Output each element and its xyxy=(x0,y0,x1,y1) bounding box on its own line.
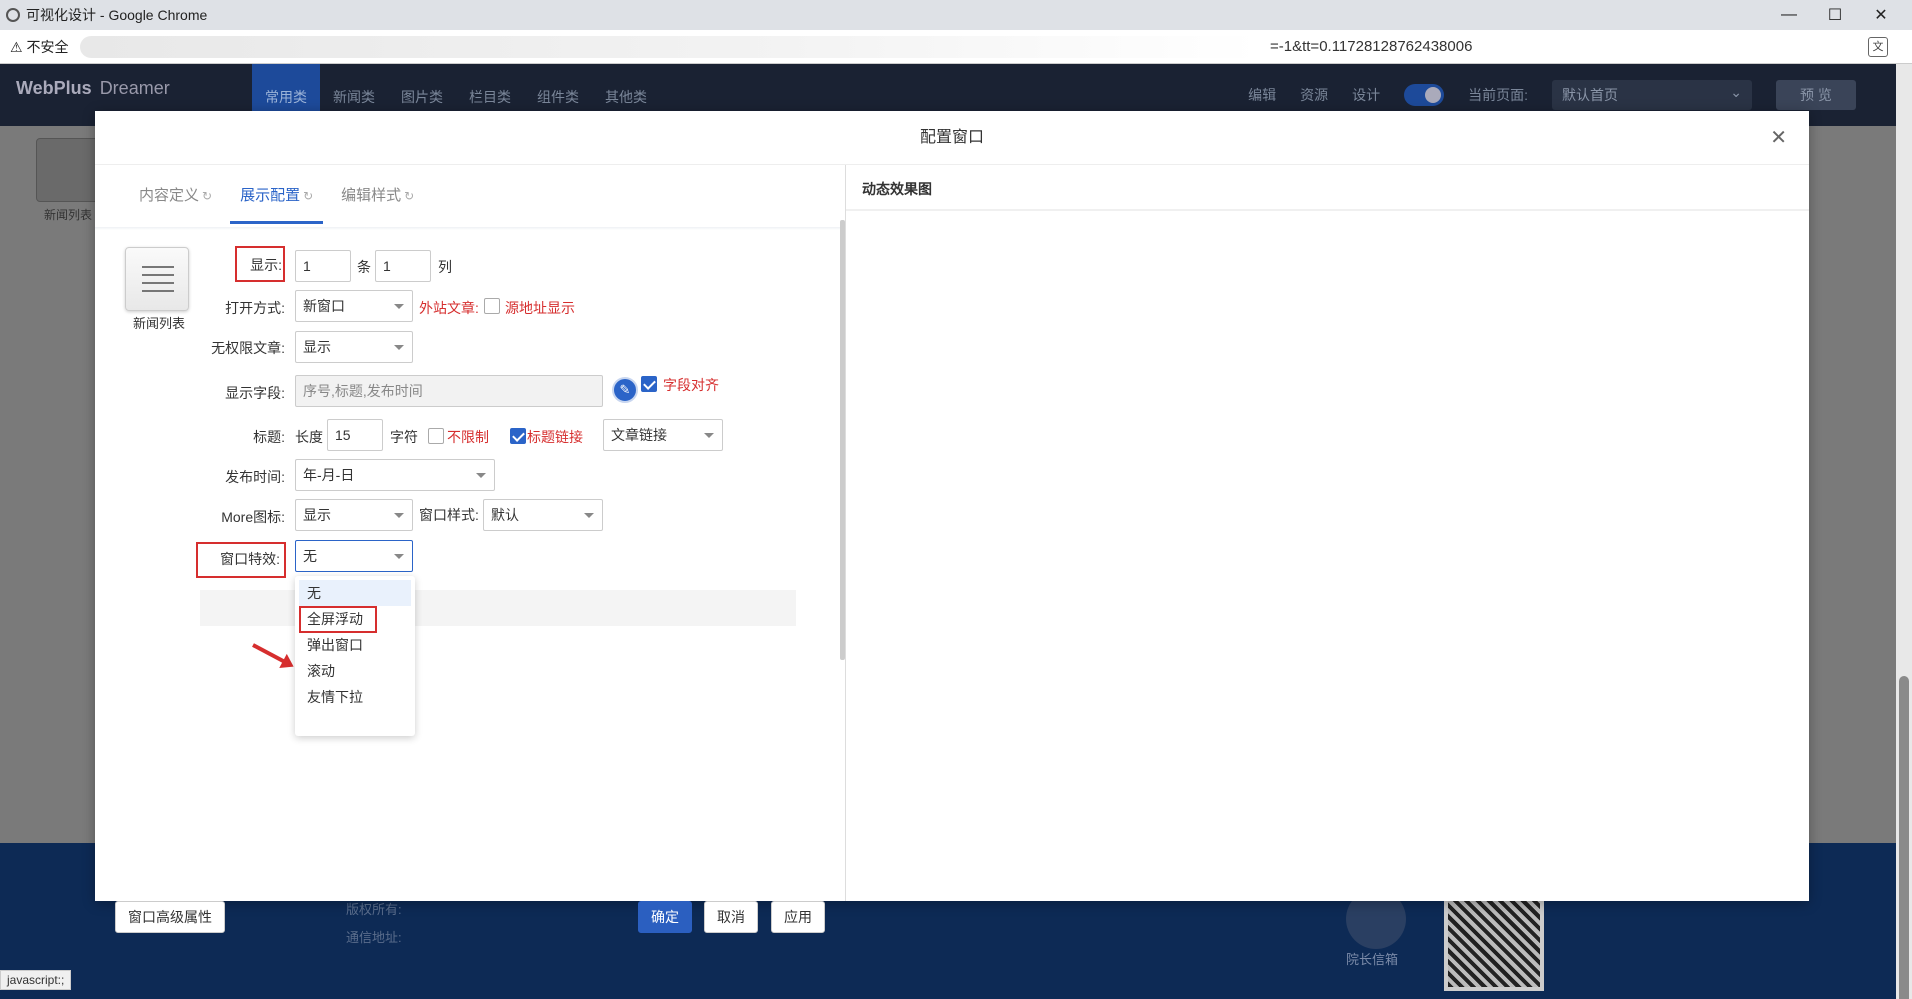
page-favicon-icon xyxy=(6,8,20,22)
source-url-checkbox[interactable] xyxy=(484,298,500,314)
noperm-label: 无权限文章: xyxy=(211,340,285,356)
mode-toggle[interactable] xyxy=(1404,84,1445,106)
effect-option-fullscreen-float[interactable]: 全屏浮动 xyxy=(295,606,415,633)
current-page-label: 当前页面: xyxy=(1468,87,1528,103)
highlight-fullscreen-option xyxy=(299,606,377,633)
rows-unit: 条 xyxy=(357,259,371,275)
design-link[interactable]: 设计 xyxy=(1352,85,1380,105)
title-link-checkbox[interactable] xyxy=(510,428,526,444)
maximize-icon[interactable]: ☐ xyxy=(1812,0,1858,30)
refresh-icon: ↻ xyxy=(404,189,415,203)
advanced-props-button[interactable]: 窗口高级属性 xyxy=(115,901,225,933)
field-align-label: 字段对齐 xyxy=(663,377,719,393)
pubtime-select[interactable]: 年-月-日 xyxy=(295,459,495,491)
security-warning[interactable]: ⚠ 不安全 xyxy=(10,37,68,57)
tab-display-config[interactable]: 展示配置 ↻ xyxy=(226,165,327,224)
effect-option-scroll[interactable]: 滚动 xyxy=(295,658,415,684)
close-window-icon[interactable]: ✕ xyxy=(1858,0,1904,30)
chars-unit: 字符 xyxy=(390,429,418,445)
title-link-label: 标题链接 xyxy=(527,429,583,445)
link-type-select[interactable]: 文章链接 xyxy=(603,419,723,451)
config-modal: 配置窗口 ✕ 内容定义 ↻ 展示配置 ↻ 编辑样式 ↻ 新闻列表 显示: 1 条 1 … xyxy=(95,111,1809,933)
fields-label: 显示字段: xyxy=(225,385,285,401)
app-logo: WebPlus Dreamer xyxy=(16,78,170,98)
address-bar[interactable]: ⚠ 不安全 =-1&tt=0.11728128762438006 文 xyxy=(0,30,1912,64)
cols-unit: 列 xyxy=(438,259,452,275)
url-blurred[interactable] xyxy=(80,36,1260,58)
page-scroll-thumb[interactable] xyxy=(1899,676,1909,999)
length-label: 长度 xyxy=(295,429,323,445)
display-cols-input[interactable]: 1 xyxy=(375,250,431,282)
unlimited-checkbox[interactable] xyxy=(428,428,444,444)
page-scrollbar[interactable] xyxy=(1896,64,1912,999)
fields-input: 序号,标题,发布时间 xyxy=(295,375,603,407)
title-label: 标题: xyxy=(253,429,285,445)
minimize-icon[interactable]: — xyxy=(1766,0,1812,30)
header-right: 编辑 资源 设计 当前页面: 默认首页 预 览 xyxy=(1248,77,1856,110)
modal-title: 配置窗口 xyxy=(95,111,1809,165)
preview-title: 动态效果图 xyxy=(862,181,932,197)
ok-button[interactable]: 确定 xyxy=(638,901,692,933)
noperm-select[interactable]: 显示 xyxy=(295,331,413,363)
preview-divider xyxy=(846,209,1809,211)
window-title: 可视化设计 - Google Chrome xyxy=(26,7,208,23)
window-style-select[interactable]: 默认 xyxy=(483,499,603,531)
url-text[interactable]: =-1&tt=0.11728128762438006 xyxy=(1270,38,1472,55)
more-select[interactable]: 显示 xyxy=(295,499,413,531)
tab-edit-style[interactable]: 编辑样式 ↻ xyxy=(327,165,428,221)
bg-widget-label: 新闻列表 xyxy=(44,208,93,222)
window-style-label: 窗口样式: xyxy=(419,507,479,523)
modal-close-icon[interactable]: ✕ xyxy=(1770,125,1787,150)
current-page-select[interactable]: 默认首页 xyxy=(1552,77,1752,110)
field-align-checkbox[interactable] xyxy=(641,376,657,392)
effect-option-dropdown-links[interactable]: 友情下拉 xyxy=(295,684,415,710)
effect-dropdown: 无 全屏浮动 弹出窗口 滚动 友情下拉 xyxy=(295,576,415,736)
refresh-icon: ↻ xyxy=(202,189,213,203)
preview-pane: 动态效果图 xyxy=(846,165,1809,901)
config-pane: 内容定义 ↻ 展示配置 ↻ 编辑样式 ↻ 新闻列表 显示: 1 条 1 列 打开方式:… xyxy=(95,165,846,933)
unlimited-label: 不限制 xyxy=(447,429,489,445)
effect-select[interactable]: 无 xyxy=(295,540,413,572)
display-rows-input[interactable]: 1 xyxy=(295,250,351,282)
open-mode-label: 打开方式: xyxy=(225,300,285,316)
title-length-input[interactable]: 15 xyxy=(327,419,383,451)
tab-content-definition[interactable]: 内容定义 ↻ xyxy=(125,165,226,221)
widget-label: 新闻列表 xyxy=(133,316,186,331)
config-tabs: 内容定义 ↻ 展示配置 ↻ 编辑样式 ↻ xyxy=(125,165,428,224)
edit-link[interactable]: 编辑 xyxy=(1248,85,1276,105)
source-url-label: 源地址显示 xyxy=(505,300,575,316)
tabs-divider xyxy=(95,227,841,230)
refresh-icon: ↻ xyxy=(303,189,314,203)
status-bar-text: javascript:; xyxy=(0,970,72,990)
effect-option-none[interactable]: 无 xyxy=(299,580,411,606)
browser-title-bar: 可视化设计 - Google Chrome — ☐ ✕ xyxy=(0,0,1912,30)
qr-code-image xyxy=(1444,891,1544,991)
cancel-button[interactable]: 取消 xyxy=(704,901,758,933)
modal-footer: 窗口高级属性 确定 取消 应用 xyxy=(95,901,841,955)
news-list-icon xyxy=(125,247,189,311)
mailbox-label: 院长信箱 xyxy=(1346,952,1399,967)
apply-button[interactable]: 应用 xyxy=(771,901,825,933)
edit-fields-icon[interactable]: ✎ xyxy=(612,377,638,403)
resource-link[interactable]: 资源 xyxy=(1300,85,1328,105)
translate-icon[interactable]: 文 xyxy=(1868,37,1888,57)
preview-button[interactable]: 预 览 xyxy=(1776,80,1856,110)
effect-label: 窗口特效: xyxy=(220,551,280,567)
effect-option-popup[interactable]: 弹出窗口 xyxy=(295,632,415,658)
more-label: More图标: xyxy=(221,509,285,525)
effect-row-shade xyxy=(200,590,796,626)
external-article-label: 外站文章: xyxy=(419,300,479,316)
display-label: 显示: xyxy=(250,257,282,273)
pubtime-label: 发布时间: xyxy=(225,469,285,485)
annotation-arrow xyxy=(252,643,290,666)
open-mode-select[interactable]: 新窗口 xyxy=(295,290,413,322)
